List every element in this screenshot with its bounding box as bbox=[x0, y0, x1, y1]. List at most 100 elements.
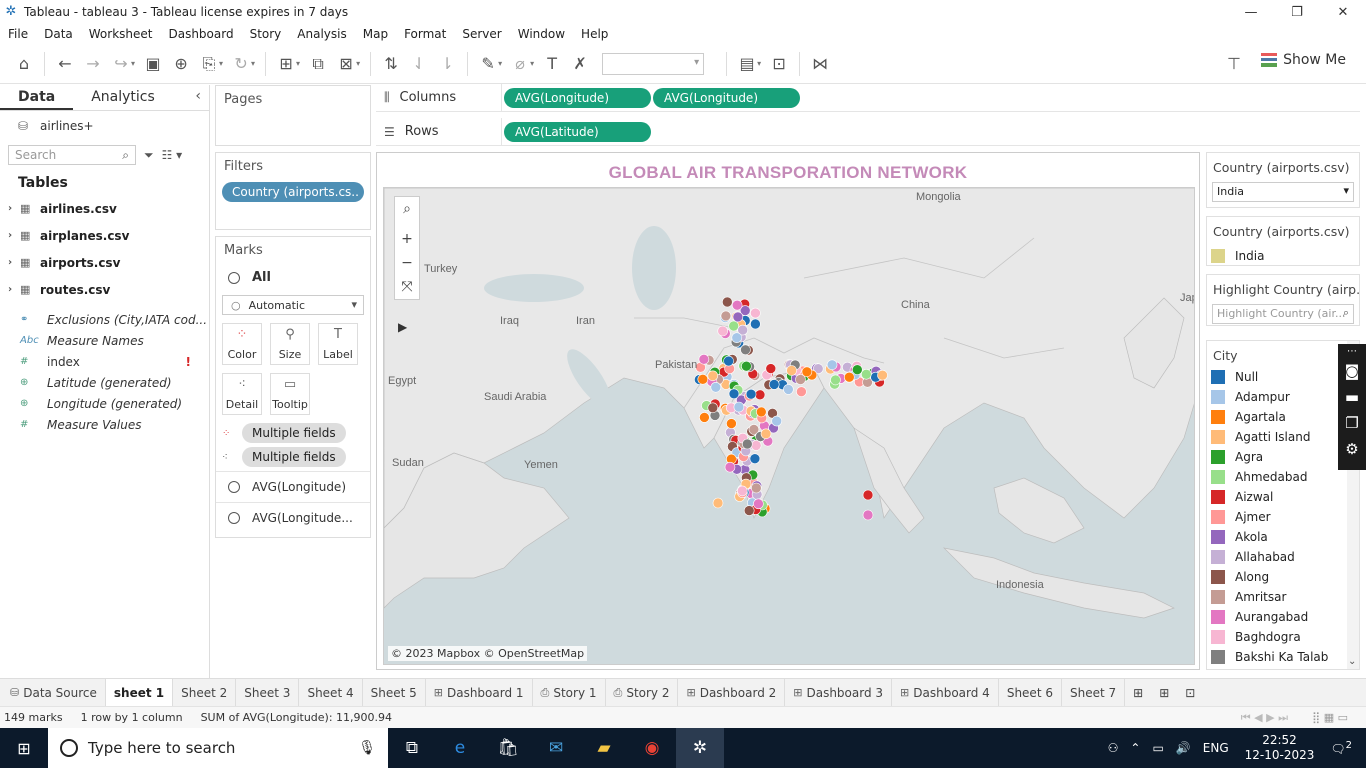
legend-item-city[interactable]: Agatti Island bbox=[1207, 427, 1359, 447]
field-item[interactable]: ⚭ Exclusions (City,IATA cod... bbox=[0, 309, 209, 330]
chevron-right-icon[interactable]: › bbox=[8, 230, 20, 241]
new-worksheet-tab-icon[interactable]: ⊞ bbox=[1125, 679, 1151, 707]
size-button[interactable]: ⚲ Size bbox=[270, 323, 310, 365]
city-point[interactable] bbox=[754, 389, 766, 401]
caret-icon[interactable]: ▾ bbox=[296, 59, 300, 68]
datasource-item[interactable]: ⛁ airlines+ bbox=[0, 111, 209, 141]
menu-help[interactable]: Help bbox=[581, 27, 608, 41]
legend-item-city[interactable]: Along bbox=[1207, 567, 1359, 587]
restore-button[interactable]: ❐ bbox=[1274, 0, 1320, 24]
detail-button[interactable]: ⁖ Detail bbox=[222, 373, 262, 415]
file-explorer-icon[interactable]: ▰ bbox=[580, 728, 628, 768]
store-icon[interactable]: 🛍 bbox=[484, 728, 532, 768]
tab-dashboard-2[interactable]: ⊞ Dashboard 2 bbox=[678, 678, 786, 707]
legend-item-city[interactable]: Agartala bbox=[1207, 407, 1359, 427]
map-search-icon[interactable]: ⌕ bbox=[395, 197, 419, 221]
legend-item-city[interactable]: Adampur bbox=[1207, 387, 1359, 407]
show-labels-icon[interactable]: T bbox=[538, 50, 566, 78]
caret-icon[interactable]: ▾ bbox=[131, 59, 135, 68]
city-point[interactable] bbox=[720, 310, 732, 322]
marks-layer-1[interactable]: AVG(Longitude) bbox=[216, 471, 370, 502]
share-icon[interactable]: ⋈ bbox=[806, 50, 834, 78]
city-point[interactable] bbox=[741, 438, 753, 450]
city-point[interactable] bbox=[745, 388, 757, 400]
city-point[interactable] bbox=[755, 406, 767, 418]
reset-map-icon[interactable]: ⤧ bbox=[395, 275, 419, 299]
tab-data-source[interactable]: ⛁ Data Source bbox=[0, 678, 106, 707]
legend-item-city[interactable]: Null bbox=[1207, 367, 1359, 387]
task-view-icon[interactable]: ⧉ bbox=[388, 728, 436, 768]
city-point[interactable] bbox=[741, 360, 752, 372]
caret-icon[interactable]: ▾ bbox=[251, 59, 255, 68]
legend-item-city[interactable]: Akola bbox=[1207, 527, 1359, 547]
menu-analysis[interactable]: Analysis bbox=[297, 27, 346, 41]
tab-data[interactable]: Data bbox=[0, 85, 74, 110]
field-item[interactable]: # Measure Values bbox=[0, 414, 209, 435]
city-point[interactable] bbox=[826, 359, 838, 371]
tab-story-2[interactable]: ⎙ Story 2 bbox=[606, 678, 679, 707]
table-item[interactable]: › ▦ airports.csv bbox=[0, 249, 209, 276]
legend-item-city[interactable]: Ahmedabad bbox=[1207, 467, 1359, 487]
filters-card[interactable]: Filters Country (airports.cs.. bbox=[215, 152, 371, 230]
label-button[interactable]: T Label bbox=[318, 323, 358, 365]
map[interactable]: Mongolia Turkey Iraq Iran China Pakistan… bbox=[383, 187, 1195, 665]
table-item[interactable]: › ▦ airplanes.csv bbox=[0, 222, 209, 249]
legend-item-city[interactable]: Ajmer bbox=[1207, 507, 1359, 527]
caret-icon[interactable]: ▾ bbox=[356, 59, 360, 68]
table-item[interactable]: › ▦ routes.csv bbox=[0, 276, 209, 303]
city-point[interactable] bbox=[721, 296, 733, 308]
city-point[interactable] bbox=[712, 497, 724, 509]
marks-layer-2[interactable]: AVG(Longitude... bbox=[216, 502, 370, 533]
city-point[interactable] bbox=[750, 440, 762, 451]
city-point[interactable] bbox=[877, 369, 888, 381]
new-dashboard-tab-icon[interactable]: ⊞ bbox=[1151, 679, 1177, 707]
city-point[interactable] bbox=[862, 509, 874, 521]
city-point[interactable] bbox=[796, 386, 807, 397]
windows-icon[interactable]: ❐ bbox=[1345, 410, 1358, 436]
field-search-input[interactable]: Search ⌕ bbox=[8, 145, 136, 165]
microphone-icon[interactable]: 🎙 bbox=[358, 740, 376, 756]
sheet-nav-icon[interactable]: ⏮ ◀ ▶ ⏭ bbox=[1241, 711, 1288, 725]
city-point[interactable] bbox=[732, 311, 744, 323]
tab-sheet-7[interactable]: Sheet 7 bbox=[1062, 678, 1126, 707]
columns-pill[interactable]: AVG(Longitude) bbox=[504, 87, 651, 108]
tab-sheet-3[interactable]: Sheet 3 bbox=[236, 678, 300, 707]
chevron-right-icon[interactable]: › bbox=[8, 203, 20, 214]
city-point[interactable] bbox=[860, 369, 872, 380]
city-point[interactable] bbox=[724, 461, 736, 473]
home-icon[interactable]: ⌂ bbox=[10, 50, 38, 78]
fit-dropdown[interactable] bbox=[602, 52, 705, 75]
tooltip-button[interactable]: ▭ Tooltip bbox=[270, 373, 310, 415]
city-point[interactable] bbox=[698, 354, 710, 365]
city-point[interactable] bbox=[843, 371, 855, 383]
presentation-icon[interactable]: ⊡ bbox=[765, 50, 793, 78]
expand-toolbar-icon[interactable]: ▶ bbox=[398, 320, 407, 334]
redo-icon[interactable]: → bbox=[79, 50, 107, 78]
city-point[interactable] bbox=[726, 418, 737, 429]
columns-shelf[interactable]: ⫼ Columns AVG(Longitude) AVG(Longitude) bbox=[376, 84, 1360, 112]
pages-card[interactable]: Pages bbox=[215, 85, 371, 146]
tab-sheet-1[interactable]: sheet 1 bbox=[105, 678, 174, 707]
menu-story[interactable]: Story bbox=[250, 27, 282, 41]
language-indicator[interactable]: ENG bbox=[1203, 741, 1229, 755]
city-point[interactable] bbox=[851, 364, 863, 375]
menu-server[interactable]: Server bbox=[462, 27, 501, 41]
city-point[interactable] bbox=[862, 489, 874, 501]
table-item[interactable]: › ▦ airlines.csv bbox=[0, 195, 209, 222]
detail-fields-pill[interactable]: ⁖ Multiple fields bbox=[222, 447, 364, 467]
caret-icon[interactable]: ▾ bbox=[219, 59, 223, 68]
city-point[interactable] bbox=[733, 401, 745, 413]
field-item[interactable]: # index! bbox=[0, 351, 209, 372]
legend-item-city[interactable]: Amritsar bbox=[1207, 587, 1359, 607]
city-point[interactable] bbox=[783, 384, 794, 395]
undo-icon[interactable]: ← bbox=[51, 50, 79, 78]
close-button[interactable]: ✕ bbox=[1320, 0, 1366, 24]
color-fields-pill[interactable]: ⁘ Multiple fields bbox=[222, 423, 364, 443]
zoom-in-icon[interactable]: + bbox=[395, 227, 419, 251]
taskbar-search[interactable]: Type here to search 🎙 bbox=[48, 728, 388, 768]
menu-dashboard[interactable]: Dashboard bbox=[168, 27, 233, 41]
tab-story-1[interactable]: ⎙ Story 1 bbox=[533, 678, 606, 707]
swap-axes-icon[interactable]: ⇅ bbox=[377, 50, 405, 78]
legend-item-city[interactable]: Allahabad bbox=[1207, 547, 1359, 567]
city-point[interactable] bbox=[765, 363, 777, 374]
